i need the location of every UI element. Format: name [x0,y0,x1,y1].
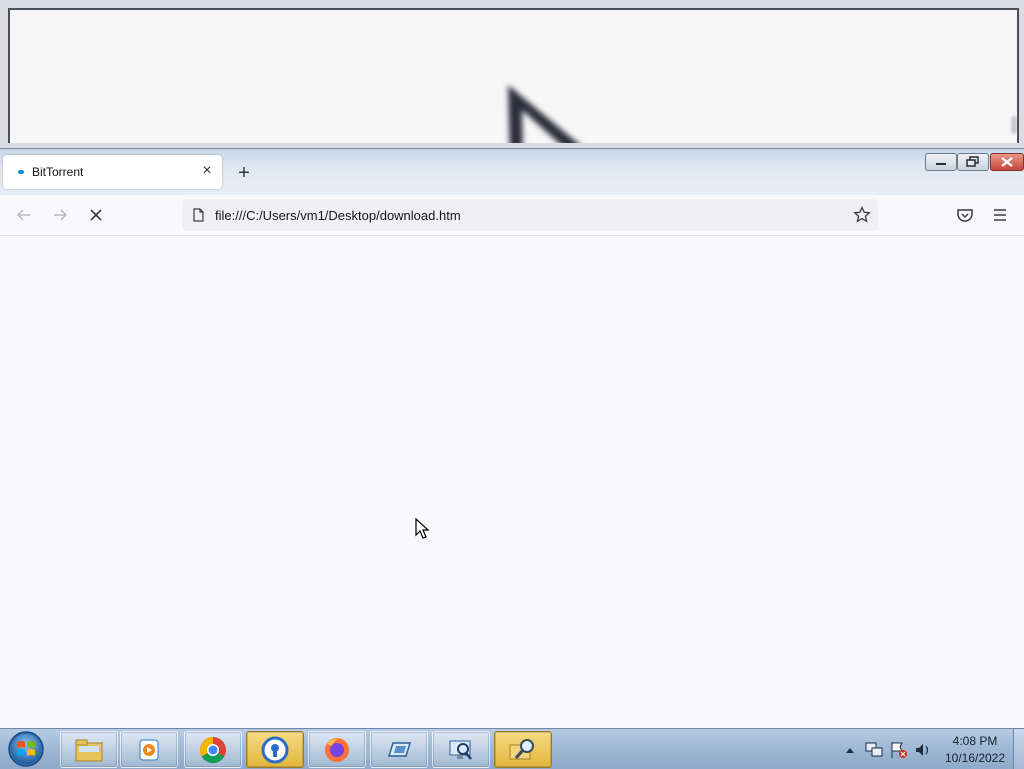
mouse-pointer-icon [415,518,430,539]
taskbar-explorer-button[interactable] [60,731,118,768]
close-window-button[interactable] [990,153,1024,171]
background-window-content [8,8,1019,143]
taskbar-security-app-button[interactable] [246,731,304,768]
tab-bittorrent[interactable]: BitTorrent × [3,155,222,189]
background-window [0,0,1024,150]
taskbar: 4:08 PM 10/16/2022 [0,728,1024,769]
tab-close-button[interactable]: × [199,161,215,181]
media-player-icon [139,739,159,761]
close-icon [1001,157,1013,167]
security-app-icon [261,736,289,764]
clock-time[interactable]: 4:08 PM [940,734,1010,748]
pocket-icon[interactable] [955,205,975,225]
blurred-cursor-graphic [508,85,578,143]
action-center-flag-icon [891,742,907,758]
page-content [0,236,1024,729]
start-button-icon[interactable] [6,730,46,768]
chrome-icon [199,736,226,764]
address-bar[interactable]: file:///C:/Users/vm1/Desktop/download.ht… [182,199,878,231]
navigation-toolbar: file:///C:/Users/vm1/Desktop/download.ht… [0,195,1024,236]
volume-icon [916,744,929,756]
stop-loading-icon[interactable] [86,205,106,225]
taskbar-media-player-button[interactable] [120,731,178,768]
back-arrow-icon[interactable] [14,205,34,225]
minimize-icon [936,163,946,165]
taskbar-chrome-button[interactable] [184,731,242,768]
url-text: file:///C:/Users/vm1/Desktop/download.ht… [215,208,461,223]
taskbar-firefox-button[interactable] [308,731,366,768]
minimize-button[interactable] [925,153,957,171]
loading-favicon-icon [18,170,24,174]
bookmark-star-icon[interactable] [853,206,871,224]
clock-date[interactable]: 10/16/2022 [940,751,1010,765]
tab-title: BitTorrent [32,165,84,179]
background-scroll-indicator [1011,116,1017,134]
restore-icon [966,156,979,167]
network-icon [865,742,883,757]
remote-desktop-icon [387,742,412,757]
network-monitor-icon [449,740,472,760]
firefox-icon [325,738,349,762]
new-tab-button[interactable]: + [232,161,256,185]
tab-strip: BitTorrent × + [0,149,1024,195]
taskbar-remote-desktop-button[interactable] [370,731,428,768]
page-icon [193,208,204,222]
browser-window: BitTorrent × + file:///C:/Users/vm1/Desk… [0,148,1024,729]
hamburger-menu-icon[interactable] [990,205,1010,225]
forward-arrow-icon[interactable] [50,205,70,225]
taskbar-network-tool-button[interactable] [432,731,490,768]
system-tray [846,742,929,758]
show-hidden-icons-icon [846,748,854,753]
taskbar-search-tool-button[interactable] [494,731,552,768]
folder-icon [75,739,103,762]
magnifier-folder-icon [509,739,534,760]
show-desktop-button[interactable] [1013,729,1024,769]
restore-button[interactable] [957,153,989,171]
